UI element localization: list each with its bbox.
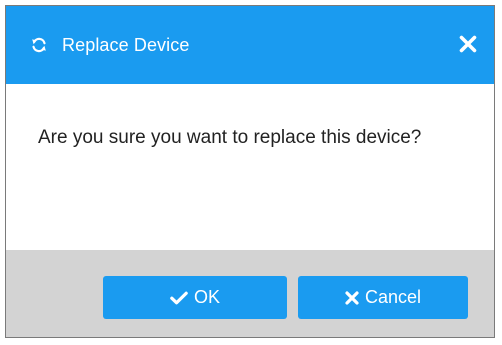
dialog-title: Replace Device	[62, 34, 190, 55]
ok-button[interactable]: OK	[103, 276, 287, 319]
cancel-button[interactable]: Cancel	[298, 276, 468, 319]
ok-button-label: OK	[193, 287, 220, 307]
cancel-button-label: Cancel	[364, 287, 422, 307]
dialog-header: Replace Device	[6, 6, 494, 84]
x-icon	[345, 290, 359, 305]
dialog-footer: OK Cancel	[6, 250, 494, 337]
dialog-body: Are you sure you want to replace this de…	[6, 84, 494, 250]
checkmark-icon	[170, 291, 188, 305]
refresh-icon	[30, 36, 48, 54]
confirmation-message: Are you sure you want to replace this de…	[38, 127, 422, 148]
replace-device-dialog: Replace Device Are you sure you want to …	[5, 5, 495, 338]
close-icon[interactable]	[456, 32, 480, 56]
